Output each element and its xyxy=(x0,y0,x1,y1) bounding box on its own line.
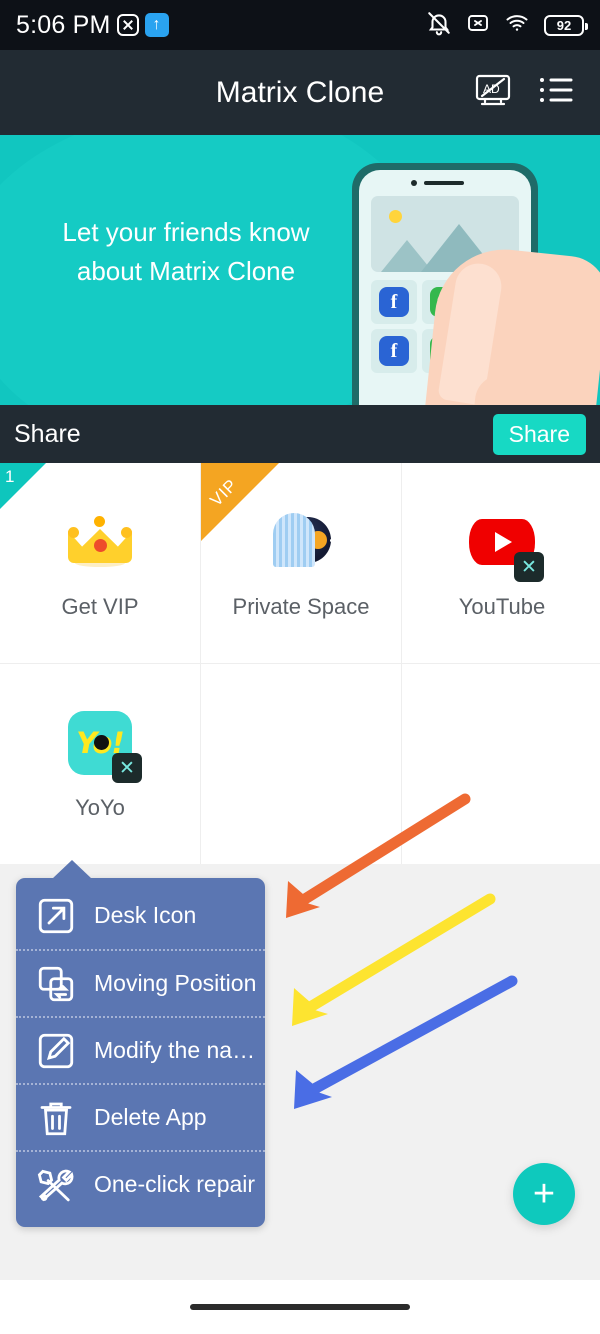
phone-speaker xyxy=(411,180,464,186)
system-navigation-bar xyxy=(0,1280,600,1334)
app-cell: f xyxy=(371,280,417,324)
ad-footer-bar: Share Share xyxy=(0,405,600,463)
banner-ad[interactable]: Let your friends know about Matrix Clone… xyxy=(0,135,600,405)
blue-arrow xyxy=(294,975,518,1109)
yoyo-icon: Yo! ✕ xyxy=(64,707,142,783)
banner-headline-line1: Let your friends know xyxy=(62,217,310,247)
menu-item-label: One-click repair xyxy=(94,1171,256,1197)
app-bar: Matrix Clone AD xyxy=(0,50,600,135)
menu-item-label: Modify the na… xyxy=(94,1037,256,1063)
count-ribbon: 1 xyxy=(0,463,46,509)
external-link-icon xyxy=(34,894,78,938)
trash-icon xyxy=(34,1096,78,1140)
app-tile-get-vip[interactable]: 1 Get VIP xyxy=(0,463,200,663)
menu-item-moving-position[interactable]: Moving Position xyxy=(16,949,265,1016)
facebook-icon: f xyxy=(379,287,409,317)
context-menu-caret xyxy=(52,860,92,879)
app-tile-empty xyxy=(402,664,600,864)
add-app-fab[interactable]: + xyxy=(513,1163,575,1225)
app-tile-youtube[interactable]: ✕ YouTube xyxy=(402,463,600,663)
menu-item-one-click-repair[interactable]: One-click repair xyxy=(16,1150,265,1217)
phone-screen: 5:06 PM ↑ 92 Matrix Clone AD Let your fr… xyxy=(0,0,600,1334)
app-bar-actions: AD xyxy=(474,73,600,112)
app-tile-label: Get VIP xyxy=(61,594,139,619)
app-tile-empty xyxy=(201,664,401,864)
app-tile-label: Private Space xyxy=(232,594,370,619)
crown-icon xyxy=(64,506,136,578)
clone-badge-icon: ✕ xyxy=(112,753,142,783)
menu-item-label: Delete App xyxy=(94,1104,207,1130)
facebook-icon: f xyxy=(379,336,409,366)
wifi-icon xyxy=(504,11,530,40)
private-space-icon xyxy=(265,506,337,578)
home-gesture-pill[interactable] xyxy=(190,1304,410,1310)
vip-ribbon-label: VIP xyxy=(206,475,242,511)
x-circle-icon xyxy=(116,14,139,36)
battery-indicator: 92 xyxy=(544,14,588,36)
x-box-icon xyxy=(466,11,490,40)
ad-block-icon[interactable]: AD xyxy=(474,73,512,112)
app-context-menu: Desk Icon Moving Position Modify the na… xyxy=(16,860,265,1227)
share-button[interactable]: Share xyxy=(492,413,586,455)
status-bar-left: 5:06 PM ↑ xyxy=(16,11,169,40)
app-grid: 1 Get VIP VIP Private Space ✕ YouTube ✕ … xyxy=(0,463,600,864)
menu-item-delete-app[interactable]: Delete App xyxy=(16,1083,265,1150)
app-tile-yoyo[interactable]: Yo! ✕ YoYo xyxy=(0,664,200,864)
status-bar-right: 92 xyxy=(426,10,588,41)
move-position-icon xyxy=(34,962,78,1006)
edit-pencil-icon xyxy=(34,1029,78,1073)
clone-badge-icon: ✕ xyxy=(514,552,544,582)
list-menu-icon[interactable] xyxy=(538,75,574,110)
upload-arrow-icon: ↑ xyxy=(144,13,169,37)
app-tile-label: YoYo xyxy=(75,795,125,820)
wrench-screwdriver-icon xyxy=(34,1163,78,1207)
mute-bell-icon xyxy=(426,10,452,41)
menu-item-label: Moving Position xyxy=(94,970,257,996)
menu-item-label: Desk Icon xyxy=(94,902,197,928)
sun-icon xyxy=(389,210,402,223)
app-tile-label: YouTube xyxy=(458,594,546,619)
app-cell: f xyxy=(371,329,417,373)
youtube-icon: ✕ xyxy=(466,506,544,582)
yellow-arrow xyxy=(292,893,496,1026)
banner-phone-illustration: f ✆ ☺ f ✆ ☺ xyxy=(352,163,600,405)
yoyo-dot xyxy=(94,735,109,750)
banner-headline: Let your friends know about Matrix Clone xyxy=(36,213,336,291)
status-bar: 5:06 PM ↑ 92 xyxy=(0,0,600,50)
menu-item-desk-icon[interactable]: Desk Icon xyxy=(16,882,265,949)
status-bar-clock: 5:06 PM xyxy=(16,10,111,39)
app-tile-private-space[interactable]: VIP Private Space xyxy=(201,463,401,663)
menu-item-modify-name[interactable]: Modify the na… xyxy=(16,1016,265,1083)
count-ribbon-label: 1 xyxy=(5,467,15,486)
banner-headline-line2: about Matrix Clone xyxy=(76,256,296,286)
ad-footer-label: Share xyxy=(14,419,81,448)
